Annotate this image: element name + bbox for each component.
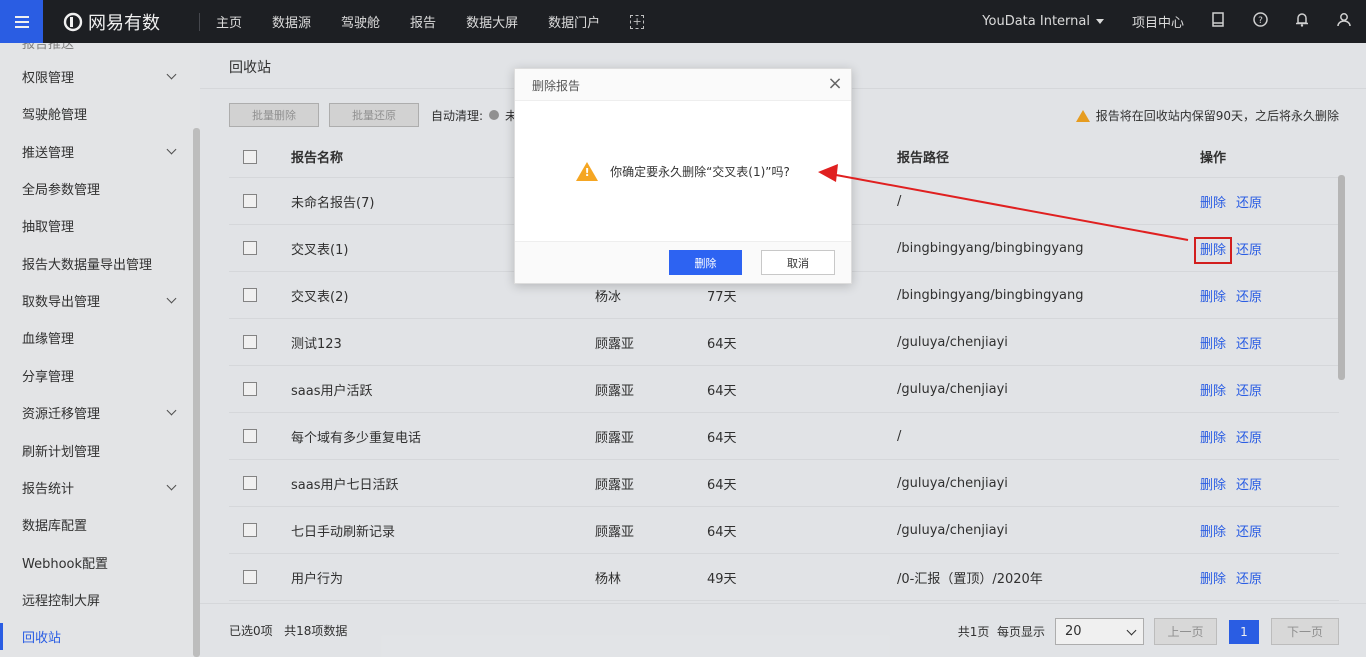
close-icon[interactable]: × xyxy=(825,74,845,94)
dialog-message: 你确定要永久删除“交叉表(1)”吗? xyxy=(576,161,790,181)
dialog-header: 删除报告 × xyxy=(515,69,851,101)
confirm-delete-button[interactable]: 删除 xyxy=(669,250,742,275)
dialog-body: 你确定要永久删除“交叉表(1)”吗? xyxy=(515,101,851,241)
dialog-title: 删除报告 xyxy=(532,79,581,93)
delete-report-dialog: 删除报告 × 你确定要永久删除“交叉表(1)”吗? 删除 取消 xyxy=(514,68,852,284)
dialog-footer: 删除 取消 xyxy=(515,241,851,283)
cancel-button[interactable]: 取消 xyxy=(761,250,835,275)
warning-icon xyxy=(576,161,599,181)
dialog-message-text: 你确定要永久删除“交叉表(1)”吗? xyxy=(610,164,790,179)
